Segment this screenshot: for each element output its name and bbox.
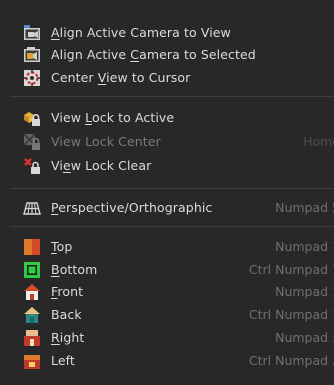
menu-item-center-view-to-cursor[interactable]: Center View to Cursor xyxy=(0,66,334,89)
menu-item-perspective-orthographic[interactable]: Perspective/Orthographic Numpad 5 xyxy=(0,196,334,219)
perspective-grid-icon xyxy=(23,202,41,215)
menu-item-label: Center View to Cursor xyxy=(51,70,191,85)
menu-item-label: View Lock to Active xyxy=(51,110,175,125)
menu-separator xyxy=(10,188,334,189)
camera-selected-icon xyxy=(24,47,40,62)
lock-active-icon xyxy=(24,112,40,126)
menu-item-label: Back xyxy=(51,307,82,322)
lock-center-icon xyxy=(23,133,40,150)
view-bottom-icon xyxy=(24,262,40,278)
menu-item-bottom[interactable]: Bottom Ctrl Numpad 7 xyxy=(0,258,334,281)
lock-clear-icon xyxy=(24,158,40,174)
menu-item-shortcut: Ctrl Numpad 3 xyxy=(248,353,334,368)
view-back-icon xyxy=(24,307,40,323)
menu-item-shortcut: Ctrl Numpad 7 xyxy=(248,262,334,277)
menu-item-top[interactable]: Top Numpad 7 xyxy=(0,235,334,258)
menu-item-label: Left xyxy=(51,353,75,368)
menu-item-label: Align Active Camera to Selected xyxy=(51,47,256,62)
menu-item-front[interactable]: Front Numpad 1 xyxy=(0,280,334,303)
menu-item-view-lock-center[interactable]: View Lock Center Home xyxy=(0,130,334,153)
cursor-target-icon xyxy=(24,70,40,86)
menu-item-label: Top xyxy=(51,239,73,254)
menu-item-align-active-camera-to-view[interactable]: Align Active Camera to View xyxy=(0,21,334,44)
menu-item-label: Perspective/Orthographic xyxy=(51,200,213,215)
menu-item-shortcut: Ctrl Numpad 1 xyxy=(248,307,334,322)
menu-separator xyxy=(10,96,334,97)
menu-item-label: View Lock Center xyxy=(51,134,161,149)
menu-separator xyxy=(10,226,334,227)
camera-view-icon xyxy=(24,25,40,40)
menu-item-shortcut: Numpad 1 xyxy=(275,284,334,299)
view-right-icon xyxy=(24,330,40,346)
menu-item-back[interactable]: Back Ctrl Numpad 1 xyxy=(0,303,334,326)
view-front-icon xyxy=(24,284,40,300)
menu-item-left[interactable]: Left Ctrl Numpad 3 xyxy=(0,349,334,372)
menu-item-view-lock-clear[interactable]: View Lock Clear xyxy=(0,154,334,177)
menu-item-align-active-camera-to-selected[interactable]: Align Active Camera to Selected xyxy=(0,43,334,66)
menu-item-label: Bottom xyxy=(51,262,98,277)
menu-item-label: Align Active Camera to View xyxy=(51,25,231,40)
menu-item-label: View Lock Clear xyxy=(51,158,152,173)
view-top-icon xyxy=(24,239,40,255)
view-left-icon xyxy=(24,355,40,369)
menu-item-label: Right xyxy=(51,330,85,345)
menu-item-shortcut: Home xyxy=(303,134,334,149)
menu-item-shortcut: Numpad 7 xyxy=(275,239,334,254)
menu-item-label: Front xyxy=(51,284,84,299)
menu-item-shortcut: Numpad 3 xyxy=(275,330,334,345)
menu-item-shortcut: Numpad 5 xyxy=(275,200,334,215)
menu-item-view-lock-to-active[interactable]: View Lock to Active xyxy=(0,106,334,129)
view-align-menu: Align Active Camera to View Align Active… xyxy=(0,0,334,385)
menu-item-right[interactable]: Right Numpad 3 xyxy=(0,326,334,349)
